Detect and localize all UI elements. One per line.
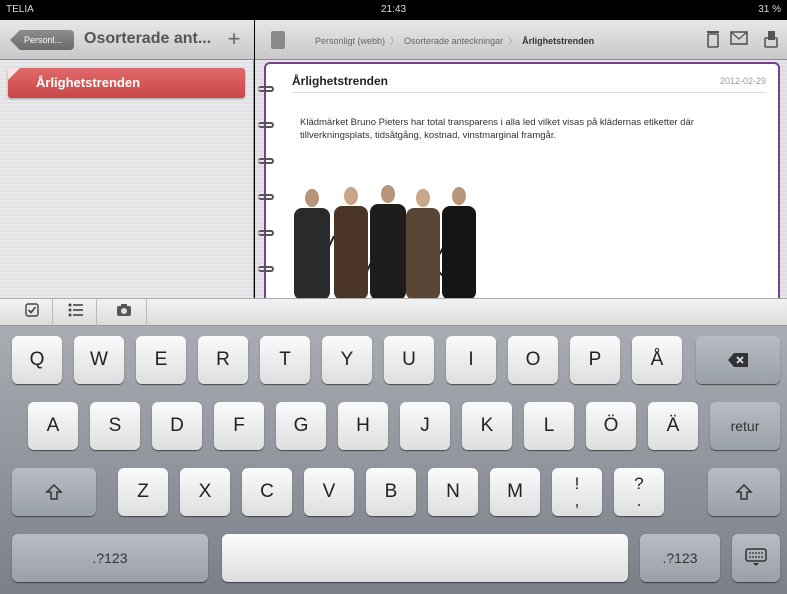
ring-icon: [258, 230, 274, 236]
clock: 21:43: [380, 4, 407, 15]
key-top-char: !: [574, 474, 580, 493]
mail-icon[interactable]: [729, 30, 749, 50]
status-bar: TELIA 21:43 31 %: [0, 0, 787, 20]
key-c[interactable]: C: [242, 468, 292, 516]
shift-key-right[interactable]: [708, 468, 780, 516]
back-button[interactable]: Personl...: [10, 30, 74, 50]
list-title: Osorterade ant...: [84, 30, 212, 47]
binder-rings: [258, 64, 278, 300]
key-x[interactable]: X: [180, 468, 230, 516]
key-t[interactable]: T: [260, 336, 310, 384]
ring-icon: [258, 86, 274, 92]
chevron-right-icon: 〉: [390, 36, 400, 46]
ring-icon: [258, 266, 274, 272]
key-o[interactable]: O: [508, 336, 558, 384]
camera-icon[interactable]: [110, 303, 138, 323]
note-list-pane: Personl... Osorterade ant... + Årlighets…: [0, 20, 254, 298]
key-p[interactable]: P: [570, 336, 620, 384]
share-icon[interactable]: [761, 30, 781, 50]
breadcrumb: Personligt (webb) 〉 Osorterade anteckninga…: [315, 34, 594, 47]
breadcrumb-item-notebook[interactable]: Personligt (webb): [315, 36, 385, 46]
key-s[interactable]: S: [90, 402, 140, 450]
shift-icon: [735, 481, 753, 502]
return-key[interactable]: retur: [710, 402, 780, 450]
numbers-key-left[interactable]: .?123: [12, 534, 208, 582]
divider: [52, 299, 53, 327]
divider: [292, 92, 766, 93]
battery-label: 31 %: [758, 4, 781, 15]
key-m[interactable]: M: [490, 468, 540, 516]
key-n[interactable]: N: [428, 468, 478, 516]
key-z[interactable]: Z: [118, 468, 168, 516]
divider: [146, 299, 147, 327]
keyboard-accessory-bar: [0, 298, 787, 327]
ring-icon: [258, 194, 274, 200]
note-body[interactable]: Klädmärket Bruno Pieters har total trans…: [300, 116, 760, 142]
fashion-photo[interactable]: [294, 176, 478, 300]
shift-key-left[interactable]: [12, 468, 96, 516]
key-w[interactable]: W: [74, 336, 124, 384]
numbers-key-right[interactable]: .?123: [640, 534, 720, 582]
backspace-key[interactable]: [696, 336, 780, 384]
key-a-umlaut[interactable]: Ä: [648, 402, 698, 450]
ring-icon: [258, 122, 274, 128]
key-u[interactable]: U: [384, 336, 434, 384]
key-k[interactable]: K: [462, 402, 512, 450]
checkbox-icon[interactable]: [18, 303, 46, 323]
chevron-right-icon: 〉: [508, 36, 518, 46]
key-q[interactable]: Q: [12, 336, 62, 384]
backspace-icon: [727, 349, 749, 370]
key-v[interactable]: V: [304, 468, 354, 516]
space-bar[interactable]: [222, 534, 628, 582]
detail-toolbar: Personligt (webb) 〉 Osorterade anteckninga…: [255, 20, 787, 60]
key-f[interactable]: F: [214, 402, 264, 450]
notebook-icon[interactable]: [271, 31, 285, 49]
key-i[interactable]: I: [446, 336, 496, 384]
shift-icon: [45, 481, 63, 502]
key-top-char: ?: [634, 474, 644, 493]
key-e[interactable]: E: [136, 336, 186, 384]
key-bottom-char: ,: [574, 491, 580, 510]
key-b[interactable]: B: [366, 468, 416, 516]
key-a-ring[interactable]: Å: [632, 336, 682, 384]
trash-icon[interactable]: [703, 30, 723, 50]
key-l[interactable]: L: [524, 402, 574, 450]
breadcrumb-item-folder[interactable]: Osorterade anteckningar: [404, 36, 503, 46]
keyboard-hide-icon: [745, 547, 767, 568]
key-r[interactable]: R: [198, 336, 248, 384]
key-j[interactable]: J: [400, 402, 450, 450]
breadcrumb-item-note: Årlighetstrenden: [522, 36, 595, 46]
note-page[interactable]: Årlighetstrenden 2012-02-29 Klädmärket B…: [258, 62, 780, 300]
ring-icon: [258, 158, 274, 164]
key-a[interactable]: A: [28, 402, 78, 450]
hide-keyboard-key[interactable]: [732, 534, 780, 582]
note-detail-pane: Personligt (webb) 〉 Osorterade anteckninga…: [255, 20, 787, 300]
key-o-umlaut[interactable]: Ö: [586, 402, 636, 450]
list-icon[interactable]: [62, 303, 90, 323]
key-d[interactable]: D: [152, 402, 202, 450]
note-list-item[interactable]: Årlighetstrenden: [8, 68, 245, 98]
plus-icon[interactable]: +: [222, 26, 246, 52]
note-date: 2012-02-29: [719, 76, 766, 86]
key-h[interactable]: H: [338, 402, 388, 450]
list-toolbar: Personl... Osorterade ant... +: [0, 20, 254, 60]
key-question-period[interactable]: ? .: [614, 468, 664, 516]
divider: [96, 299, 97, 327]
key-bottom-char: .: [636, 491, 642, 510]
key-y[interactable]: Y: [322, 336, 372, 384]
key-g[interactable]: G: [276, 402, 326, 450]
onscreen-keyboard: Q W E R T Y U I O P Å A S D F G H J K L …: [0, 326, 787, 594]
key-exclamation-comma[interactable]: ! ,: [552, 468, 602, 516]
note-title[interactable]: Årlighetstrenden: [292, 74, 388, 88]
